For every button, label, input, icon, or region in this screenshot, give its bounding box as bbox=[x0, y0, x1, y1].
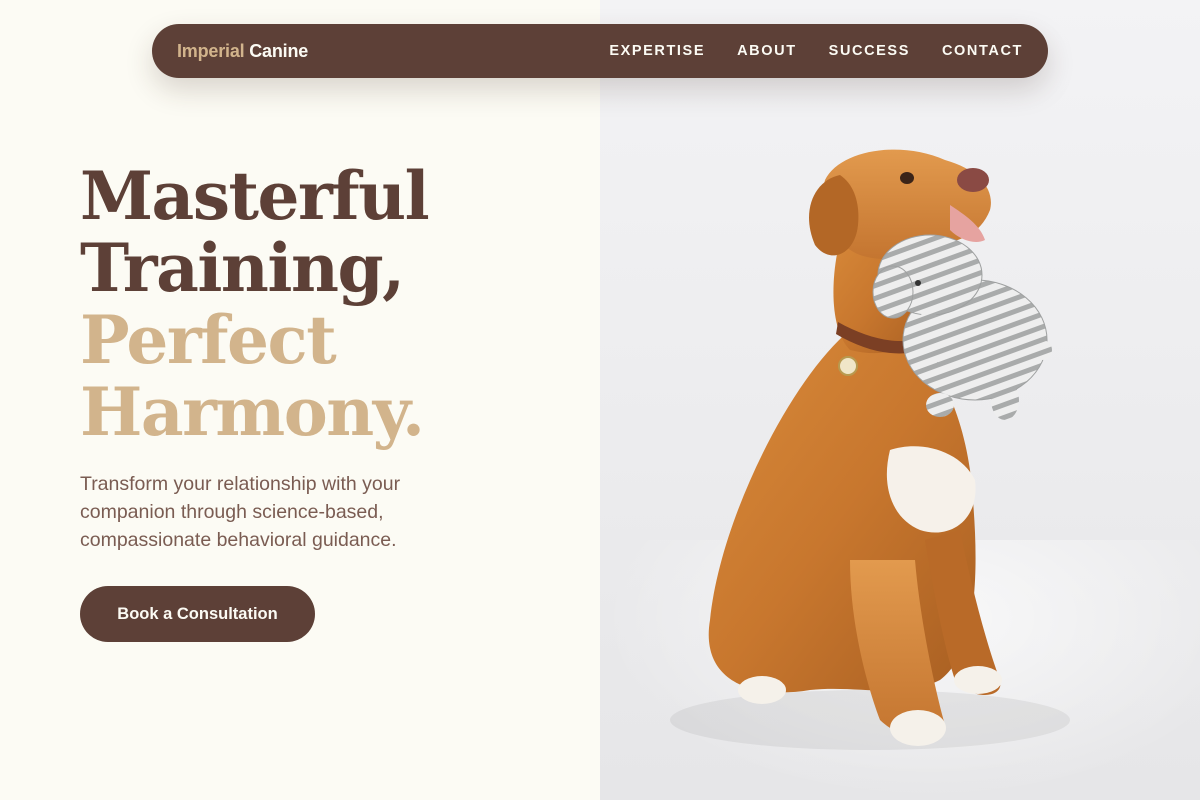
hero-title-line3: Perfect bbox=[80, 301, 337, 379]
nav-link-about[interactable]: ABOUT bbox=[737, 43, 797, 59]
nav-link-success[interactable]: SUCCESS bbox=[829, 43, 910, 59]
nav-links: EXPERTISE ABOUT SUCCESS CONTACT bbox=[609, 43, 1023, 59]
hero-subtitle: Transform your relationship with your co… bbox=[80, 473, 401, 551]
nav-link-contact[interactable]: CONTACT bbox=[942, 43, 1023, 59]
book-consultation-button[interactable]: Book a Consultation bbox=[80, 586, 315, 642]
hero-title: Masterful Training, Perfect Harmony. bbox=[80, 157, 430, 451]
nav-link-expertise[interactable]: EXPERTISE bbox=[609, 43, 705, 59]
brand-name-part2: Canine bbox=[249, 40, 309, 61]
brand-name-part1: Imperial bbox=[177, 40, 245, 61]
hero-title-line2: Training, bbox=[80, 229, 405, 307]
hero-title-line4: Harmony. bbox=[80, 373, 425, 451]
hero-title-line1: Masterful bbox=[80, 157, 430, 235]
brand-logo[interactable]: Imperial Canine bbox=[177, 41, 308, 62]
navbar: Imperial Canine EXPERTISE ABOUT SUCCESS … bbox=[152, 24, 1048, 78]
hero-image bbox=[600, 0, 1200, 800]
dog-with-toy-image bbox=[670, 149, 1070, 750]
